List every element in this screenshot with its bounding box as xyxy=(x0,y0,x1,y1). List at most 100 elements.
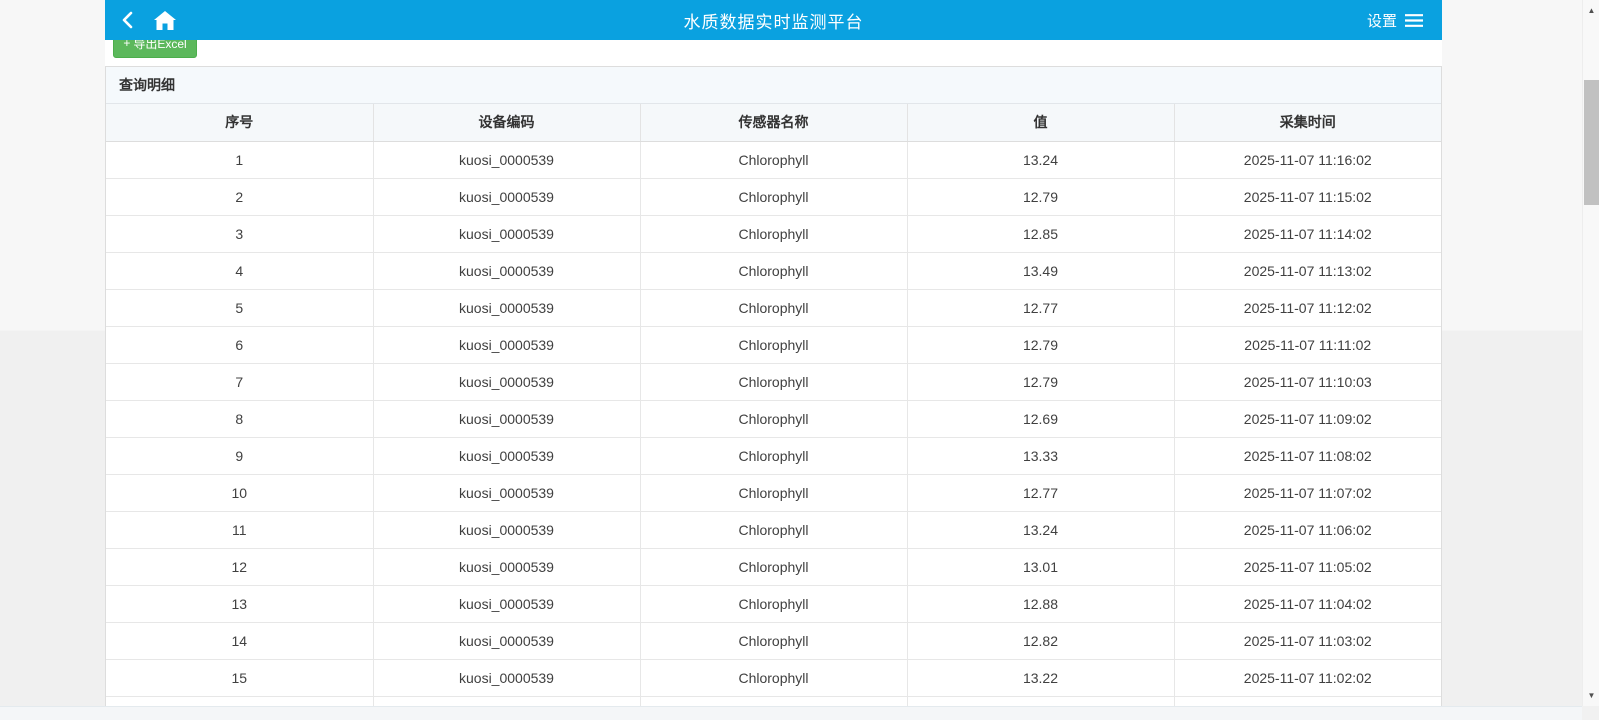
table-cell: 12.77 xyxy=(907,289,1175,327)
table-row: 9 kuosi_0000539 Chlorophyll 13.33 2025-11-07… xyxy=(106,437,1441,475)
table-cell: 7 xyxy=(106,363,374,401)
table-cell: kuosi_0000539 xyxy=(373,178,641,216)
col-header-device-code: 设备编码 xyxy=(373,104,641,142)
table-cell: kuosi_0000539 xyxy=(373,289,641,327)
table-cell: 2025-11-07 11:07:02 xyxy=(1174,474,1441,512)
table-cell: 1 xyxy=(106,141,374,179)
browser-viewport: 水质数据实时监测平台 设置 + 导出Excel 查询明细 序号 设备编码 传感器… xyxy=(0,0,1599,720)
table-cell: 2025-11-07 11:08:02 xyxy=(1174,437,1441,475)
header-nav-right[interactable]: 设置 xyxy=(1367,10,1442,31)
table-cell: 2025-11-07 11:13:02 xyxy=(1174,252,1441,290)
table-cell: 13.24 xyxy=(907,511,1175,549)
table-cell: kuosi_0000539 xyxy=(373,474,641,512)
table-cell: 2025-11-07 11:11:02 xyxy=(1174,326,1441,364)
panel-title: 查询明细 xyxy=(106,67,1441,104)
table-row: 8 kuosi_0000539 Chlorophyll 12.69 2025-11-07… xyxy=(106,400,1441,438)
table-cell: Chlorophyll xyxy=(640,548,908,586)
table-cell: kuosi_0000539 xyxy=(373,400,641,438)
table-cell: kuosi_0000539 xyxy=(373,437,641,475)
table-cell: Chlorophyll xyxy=(640,622,908,660)
table-cell: 2025-11-07 11:05:02 xyxy=(1174,548,1441,586)
table-cell: 14 xyxy=(106,622,374,660)
table-cell: 12.82 xyxy=(907,622,1175,660)
table-cell: kuosi_0000539 xyxy=(373,252,641,290)
table-cell: 13.33 xyxy=(907,437,1175,475)
scroll-down-arrow[interactable]: ▼ xyxy=(1583,687,1599,704)
query-detail-panel: 查询明细 序号 设备编码 传感器名称 值 采集时间 1 kuosi_0000539… xyxy=(105,66,1442,720)
table-cell: Chlorophyll xyxy=(640,585,908,623)
back-icon[interactable] xyxy=(119,10,135,30)
table-cell: 15 xyxy=(106,659,374,697)
table-cell: 2025-11-07 11:02:02 xyxy=(1174,659,1441,697)
table-cell: Chlorophyll xyxy=(640,437,908,475)
table-cell: kuosi_0000539 xyxy=(373,622,641,660)
data-table: 序号 设备编码 传感器名称 值 采集时间 1 kuosi_0000539 Chlor… xyxy=(106,104,1441,720)
table-cell: kuosi_0000539 xyxy=(373,511,641,549)
table-cell: Chlorophyll xyxy=(640,474,908,512)
table-cell: Chlorophyll xyxy=(640,659,908,697)
table-cell: 12.79 xyxy=(907,326,1175,364)
table-cell: 2025-11-07 11:10:03 xyxy=(1174,363,1441,401)
table-cell: 13.49 xyxy=(907,252,1175,290)
settings-label[interactable]: 设置 xyxy=(1367,10,1397,31)
table-cell: Chlorophyll xyxy=(640,363,908,401)
horizontal-scrollbar[interactable] xyxy=(0,706,1582,720)
table-cell: Chlorophyll xyxy=(640,326,908,364)
table-cell: 13.24 xyxy=(907,141,1175,179)
table-row: 10 kuosi_0000539 Chlorophyll 12.77 2025-11-0… xyxy=(106,474,1441,512)
table-cell: 2025-11-07 11:16:02 xyxy=(1174,141,1441,179)
table-cell: 11 xyxy=(106,511,374,549)
table-cell: 2025-11-07 11:09:02 xyxy=(1174,400,1441,438)
table-cell: kuosi_0000539 xyxy=(373,363,641,401)
table-row: 4 kuosi_0000539 Chlorophyll 13.49 2025-11-07… xyxy=(106,252,1441,290)
table-cell: 12.79 xyxy=(907,178,1175,216)
table-cell: 2025-11-07 11:15:02 xyxy=(1174,178,1441,216)
table-row: 13 kuosi_0000539 Chlorophyll 12.88 2025-11-0… xyxy=(106,585,1441,623)
scrollbar-thumb[interactable] xyxy=(1584,80,1599,205)
table-cell: Chlorophyll xyxy=(640,252,908,290)
table-cell: 5 xyxy=(106,289,374,327)
table-cell: 2025-11-07 11:03:02 xyxy=(1174,622,1441,660)
table-row: 7 kuosi_0000539 Chlorophyll 12.79 2025-11-07… xyxy=(106,363,1441,401)
table-cell: 12.69 xyxy=(907,400,1175,438)
table-cell: Chlorophyll xyxy=(640,141,908,179)
table-cell: 3 xyxy=(106,215,374,253)
table-cell: kuosi_0000539 xyxy=(373,585,641,623)
toolbar: + 导出Excel xyxy=(105,28,1442,66)
table-cell: 12 xyxy=(106,548,374,586)
table-row: 2 kuosi_0000539 Chlorophyll 12.79 2025-11-07… xyxy=(106,178,1441,216)
table-cell: 2025-11-07 11:12:02 xyxy=(1174,289,1441,327)
table-cell: 12.85 xyxy=(907,215,1175,253)
scrollbar-corner xyxy=(1582,706,1599,720)
table-cell: Chlorophyll xyxy=(640,215,908,253)
col-header-index: 序号 xyxy=(106,104,374,142)
table-cell: 6 xyxy=(106,326,374,364)
table-cell: 13.22 xyxy=(907,659,1175,697)
vertical-scrollbar[interactable]: ▲ ▼ xyxy=(1582,0,1599,706)
table-cell: kuosi_0000539 xyxy=(373,548,641,586)
table-header-row: 序号 设备编码 传感器名称 值 采集时间 xyxy=(106,104,1441,142)
header-nav-left xyxy=(105,9,177,31)
scroll-up-arrow[interactable]: ▲ xyxy=(1583,2,1599,19)
table-cell: 13 xyxy=(106,585,374,623)
table-cell: kuosi_0000539 xyxy=(373,659,641,697)
page-title: 水质数据实时监测平台 xyxy=(683,12,864,32)
menu-icon[interactable] xyxy=(1404,13,1424,28)
table-cell: 4 xyxy=(106,252,374,290)
table-cell: 12.88 xyxy=(907,585,1175,623)
table-cell: kuosi_0000539 xyxy=(373,215,641,253)
table-body: 1 kuosi_0000539 Chlorophyll 13.24 2025-11-07… xyxy=(106,141,1441,697)
table-row: 12 kuosi_0000539 Chlorophyll 13.01 2025-11-0… xyxy=(106,548,1441,586)
table-row: 14 kuosi_0000539 Chlorophyll 12.82 2025-11-0… xyxy=(106,622,1441,660)
table-row: 11 kuosi_0000539 Chlorophyll 13.24 2025-11-0… xyxy=(106,511,1441,549)
table-cell: 9 xyxy=(106,437,374,475)
col-header-sensor-name: 传感器名称 xyxy=(640,104,908,142)
home-icon[interactable] xyxy=(153,9,177,31)
table-cell: 2025-11-07 11:04:02 xyxy=(1174,585,1441,623)
table-cell: Chlorophyll xyxy=(640,511,908,549)
table-cell: 2025-11-07 11:06:02 xyxy=(1174,511,1441,549)
table-cell: 13.01 xyxy=(907,548,1175,586)
table-row: 1 kuosi_0000539 Chlorophyll 13.24 2025-11-07… xyxy=(106,141,1441,179)
table-row: 3 kuosi_0000539 Chlorophyll 12.85 2025-11-07… xyxy=(106,215,1441,253)
page-content: 水质数据实时监测平台 设置 + 导出Excel 查询明细 序号 设备编码 传感器… xyxy=(105,0,1442,720)
